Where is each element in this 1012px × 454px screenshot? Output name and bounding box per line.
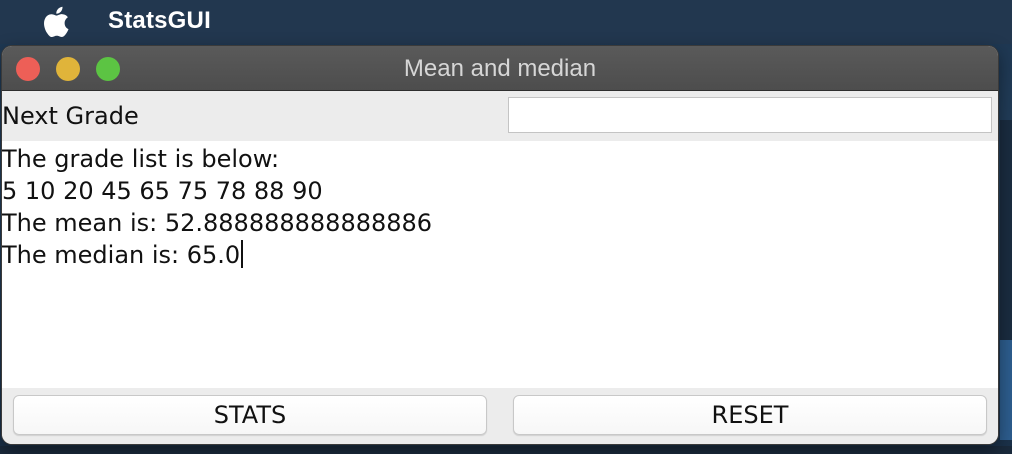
desktop-bottom-strip [0, 446, 1012, 454]
grade-input-row: Next Grade [2, 91, 998, 141]
output-line-mean: The mean is: 52.888888888888886 [2, 209, 433, 237]
output-line-median: The median is: 65.0 [2, 241, 241, 269]
text-caret [241, 240, 244, 268]
desktop-window-edge-blue [1000, 340, 1012, 440]
output-line-heading: The grade list is below: [2, 145, 280, 173]
desktop-window-edge [1000, 120, 1012, 340]
next-grade-label: Next Grade [2, 102, 139, 130]
window-title: Mean and median [403, 55, 597, 82]
next-grade-input[interactable] [508, 97, 992, 133]
apple-icon[interactable] [40, 6, 70, 38]
stats-button[interactable]: STATS [13, 395, 487, 435]
button-row: STATS RESET [2, 388, 998, 444]
window-titlebar[interactable]: Mean and median [2, 46, 998, 91]
app-menu-name[interactable]: StatsGUI [108, 7, 211, 35]
menu-bar: StatsGUI [0, 0, 1012, 44]
output-line-median-row: The median is: 65.0 [2, 239, 244, 271]
output-text-area[interactable]: The grade list is below: 5 10 20 45 65 7… [2, 141, 998, 388]
reset-button[interactable]: RESET [513, 395, 987, 435]
stats-window: Mean and median Next Grade The grade lis… [2, 46, 998, 444]
output-line-grades: 5 10 20 45 65 75 78 88 90 [2, 177, 323, 205]
